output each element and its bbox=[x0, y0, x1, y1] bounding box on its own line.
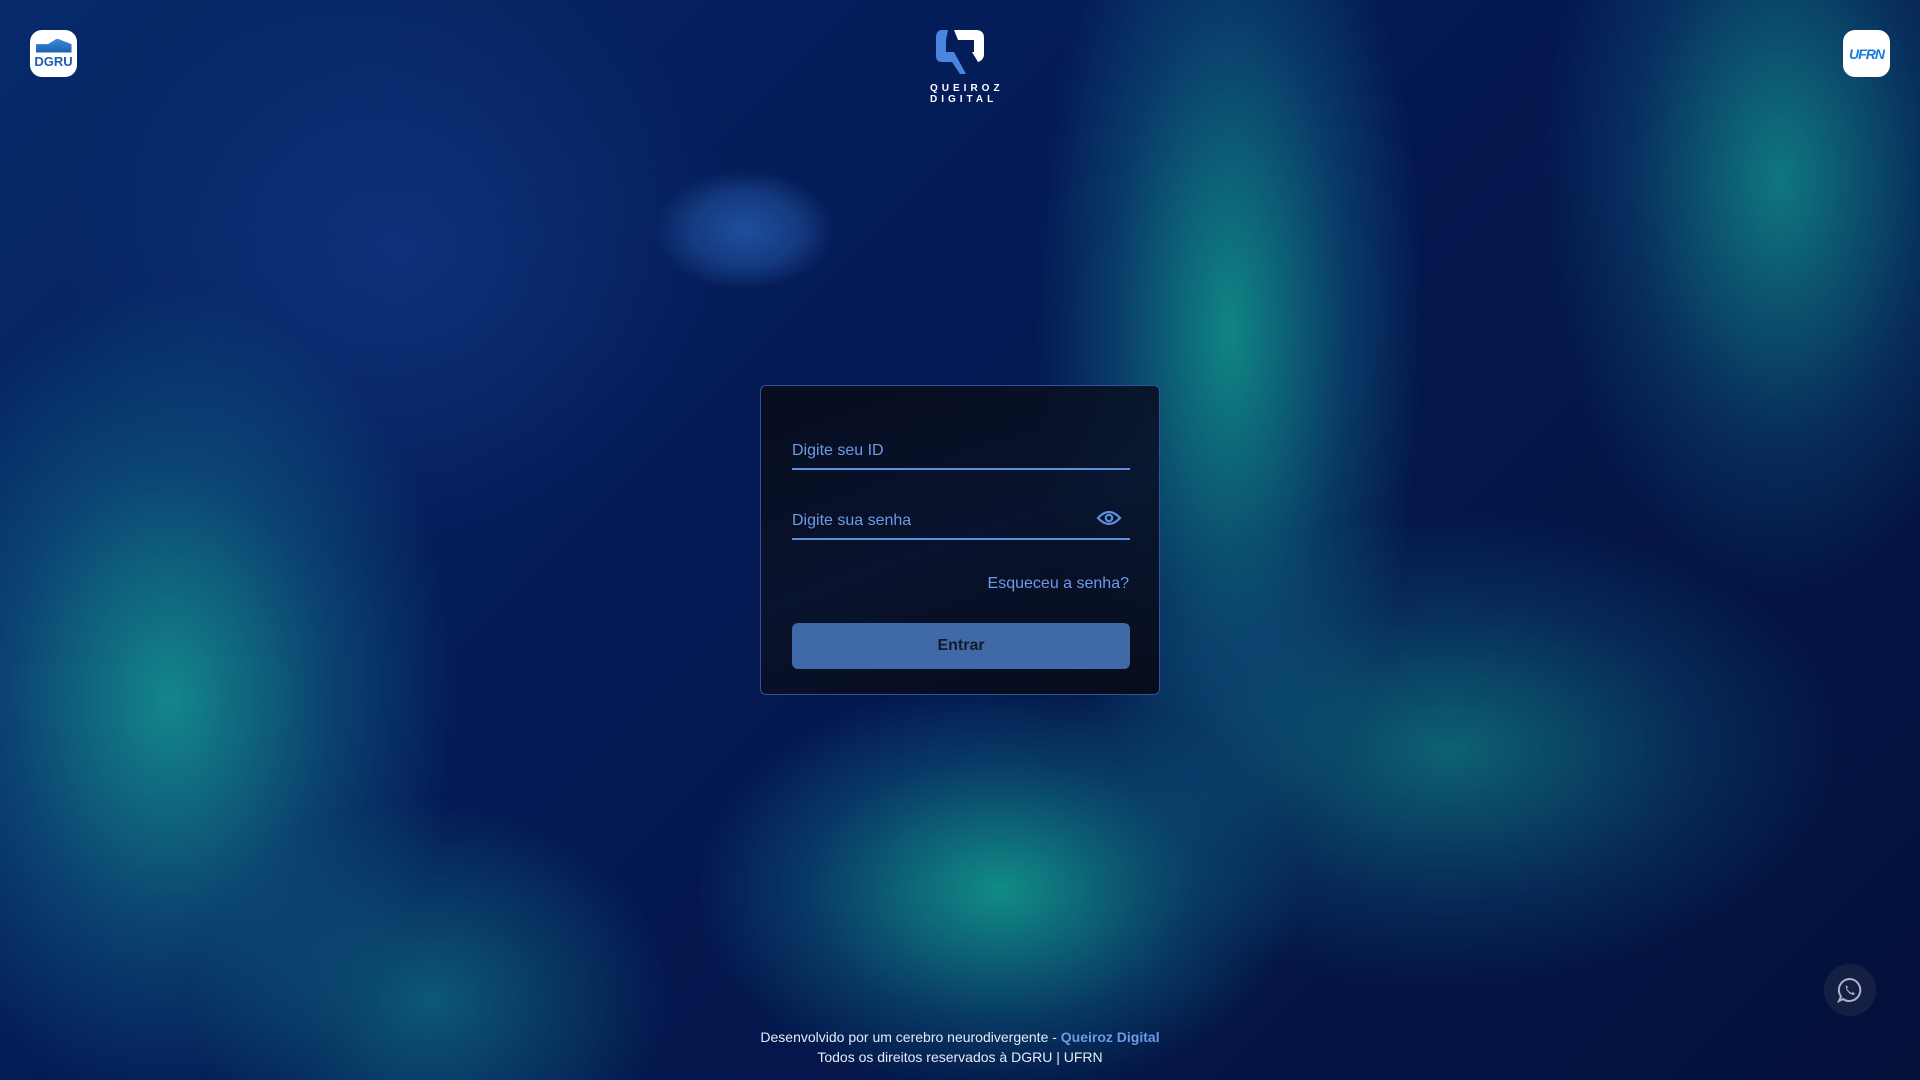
footer-credit: Desenvolvido por um cerebro neurodiverge… bbox=[0, 1029, 1920, 1045]
whatsapp-button[interactable] bbox=[1824, 964, 1876, 1016]
forgot-password-link[interactable]: Esqueceu a senha? bbox=[988, 575, 1129, 593]
login-card: Digite seu ID Digite sua senha Esqueceu … bbox=[760, 385, 1160, 695]
footer-rights: Todos os direitos reservados à DGRU | UF… bbox=[817, 1049, 1103, 1065]
eye-icon[interactable] bbox=[1096, 508, 1122, 528]
queiroz-digital-logo: QUEIROZ DIGITAL bbox=[926, 28, 1004, 105]
ufrn-logo[interactable]: UFRN bbox=[1843, 30, 1890, 77]
ufrn-logo-text: UFRN bbox=[1849, 45, 1885, 62]
footer-credit-text: Desenvolvido por um cerebro neurodiverge… bbox=[760, 1029, 1061, 1045]
dgru-roof-icon bbox=[35, 38, 72, 53]
logo-line1: QUEIROZ bbox=[930, 83, 1004, 94]
dgru-logo-text: DGRU bbox=[34, 53, 73, 69]
dgru-logo[interactable]: DGRU bbox=[30, 30, 77, 77]
login-button[interactable]: Entrar bbox=[792, 623, 1130, 669]
queiroz-digital-link[interactable]: Queiroz Digital bbox=[1061, 1029, 1160, 1045]
id-placeholder: Digite seu ID bbox=[792, 442, 884, 459]
password-field[interactable]: Digite sua senha bbox=[792, 510, 1130, 540]
queiroz-q-icon bbox=[936, 30, 984, 74]
password-placeholder: Digite sua senha bbox=[792, 512, 912, 529]
id-field[interactable]: Digite seu ID bbox=[792, 442, 1130, 470]
logo-line2: DIGITAL bbox=[930, 94, 998, 105]
whatsapp-icon bbox=[1837, 977, 1862, 1003]
